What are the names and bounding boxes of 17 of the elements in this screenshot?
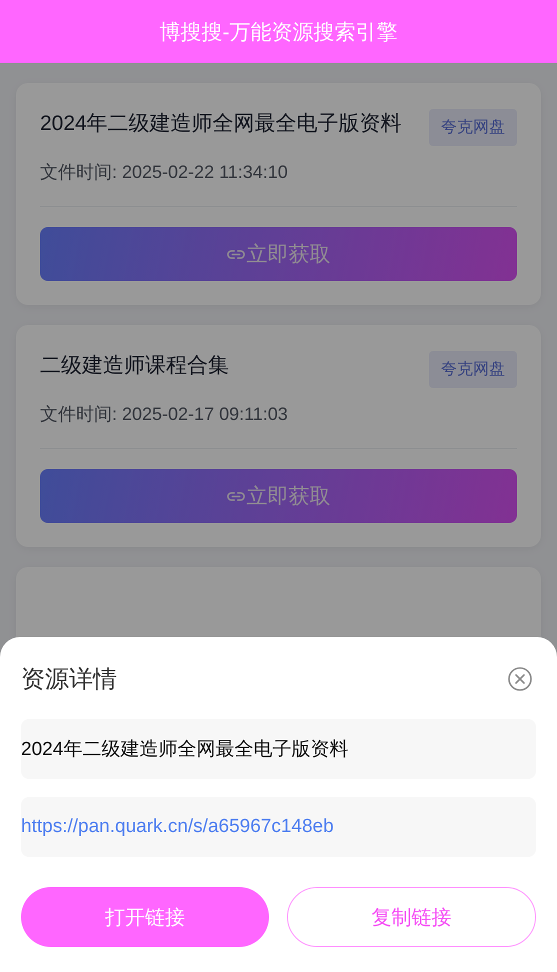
close-icon[interactable] [508,667,532,691]
resource-title: 2024年二级建造师全网最全电子版资料 [40,111,402,137]
sheet-title: 资源详情 [21,665,117,695]
get-button[interactable]: 立即获取 [40,469,517,523]
get-button[interactable]: 立即获取 [40,227,517,281]
app-title: 博搜搜-万能资源搜索引擎 [160,20,398,46]
source-tag: 夸克网盘 [429,351,517,388]
copy-link-button[interactable]: 复制链接 [286,887,536,947]
file-time: 文件时间: 2025-02-17 09:11:03 [40,403,289,426]
link-icon [226,248,244,260]
resource-title: 二级建造师课程合集 [40,353,229,379]
file-time: 文件时间: 2025-02-22 11:34:10 [40,161,289,184]
link-field[interactable]: https://pan.quark.cn/s/a65967c148eb [21,797,536,857]
open-link-button[interactable]: 打开链接 [21,887,268,947]
source-tag: 夸克网盘 [429,109,517,146]
link-icon [226,490,244,502]
resource-name-field: 2024年二级建造师全网最全电子版资料 [21,719,536,779]
